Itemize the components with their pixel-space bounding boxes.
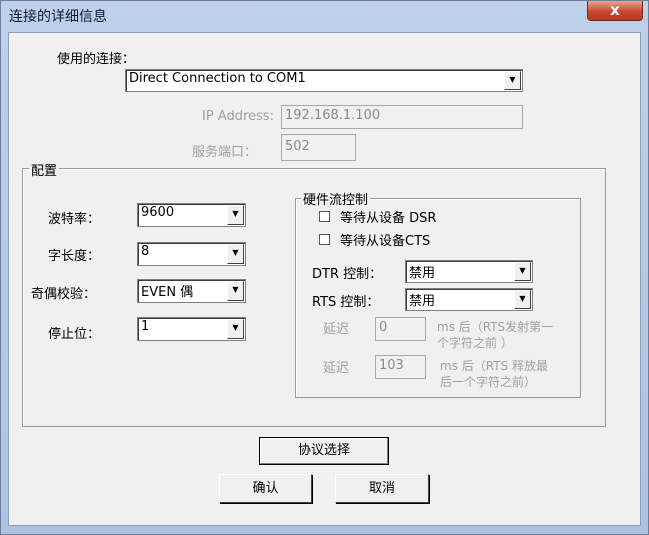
delay1-unit-line1: ms 后（RTS发射第一 <box>437 320 554 334</box>
delay2-label: 延迟 <box>323 361 350 376</box>
close-button[interactable]: x <box>587 1 643 21</box>
ip-address-input[interactable]: 192.168.1.100 <box>281 105 523 129</box>
rts-label: RTS 控制： <box>312 295 380 310</box>
delay1-unit-line2: 个字符之前 ） <box>437 336 513 350</box>
chevron-down-icon[interactable]: ▼ <box>227 205 244 225</box>
delay1-label: 延迟 <box>323 322 350 337</box>
chevron-down-icon[interactable]: ▼ <box>227 281 244 301</box>
connection-label: 使用的连接： <box>57 52 136 67</box>
dtr-label: DTR 控制： <box>312 267 383 282</box>
data-bits-value: 8 <box>141 244 150 259</box>
dtr-value: 禁用 <box>409 266 436 281</box>
close-icon: x <box>610 1 620 19</box>
title-bar: 连接的详细信息 <box>1 1 648 28</box>
connection-select[interactable]: Direct Connection to COM1 ▼ <box>125 69 523 92</box>
window-title: 连接的详细信息 <box>9 9 107 25</box>
parity-select[interactable]: EVEN 偶 ▼ <box>137 279 246 303</box>
ok-button[interactable]: 确认 <box>219 474 312 503</box>
wait-cts-label: 等待从设备CTS <box>340 234 431 249</box>
chevron-down-icon[interactable]: ▼ <box>514 262 531 281</box>
ip-label: IP Address: <box>202 109 274 124</box>
parity-label: 奇偶校验： <box>31 287 97 302</box>
connection-value: Direct Connection to COM1 <box>129 71 306 86</box>
flow-control-title: 硬件流控制 <box>301 189 371 208</box>
delay1-input[interactable]: 0 <box>375 317 426 341</box>
data-bits-label: 字长度： <box>48 249 101 264</box>
delay2-unit-line1: ms 后（RTS 释放最 <box>440 359 548 373</box>
rts-select[interactable]: 禁用 ▼ <box>405 288 533 311</box>
parity-value: EVEN 偶 <box>141 285 194 300</box>
rts-value: 禁用 <box>409 294 436 309</box>
baud-select[interactable]: 9600 ▼ <box>137 203 246 227</box>
chevron-down-icon[interactable]: ▼ <box>227 244 244 264</box>
wait-cts-checkbox[interactable] <box>319 234 330 245</box>
delay2-input[interactable]: 103 <box>375 355 426 379</box>
baud-value: 9600 <box>141 205 175 220</box>
wait-dsr-label: 等待从设备 DSR <box>340 211 437 226</box>
chevron-down-icon[interactable]: ▼ <box>227 319 244 339</box>
stop-bits-label: 停止位： <box>48 327 101 342</box>
wait-dsr-checkbox[interactable] <box>319 211 330 222</box>
protocol-select-button[interactable]: 协议选择 <box>259 437 389 465</box>
dtr-select[interactable]: 禁用 ▼ <box>405 260 533 283</box>
chevron-down-icon[interactable]: ▼ <box>504 71 521 90</box>
port-label: 服务端口： <box>192 145 258 160</box>
port-input[interactable]: 502 <box>281 134 356 161</box>
cancel-button[interactable]: 取消 <box>335 474 429 503</box>
stop-bits-value: 1 <box>141 319 150 334</box>
config-group-title: 配置 <box>29 160 60 179</box>
stop-bits-select[interactable]: 1 ▼ <box>137 317 246 341</box>
baud-label: 波特率： <box>48 212 101 227</box>
delay2-unit-line2: 后一个字符之前） <box>440 375 537 389</box>
chevron-down-icon[interactable]: ▼ <box>514 290 531 309</box>
data-bits-select[interactable]: 8 ▼ <box>137 242 246 266</box>
